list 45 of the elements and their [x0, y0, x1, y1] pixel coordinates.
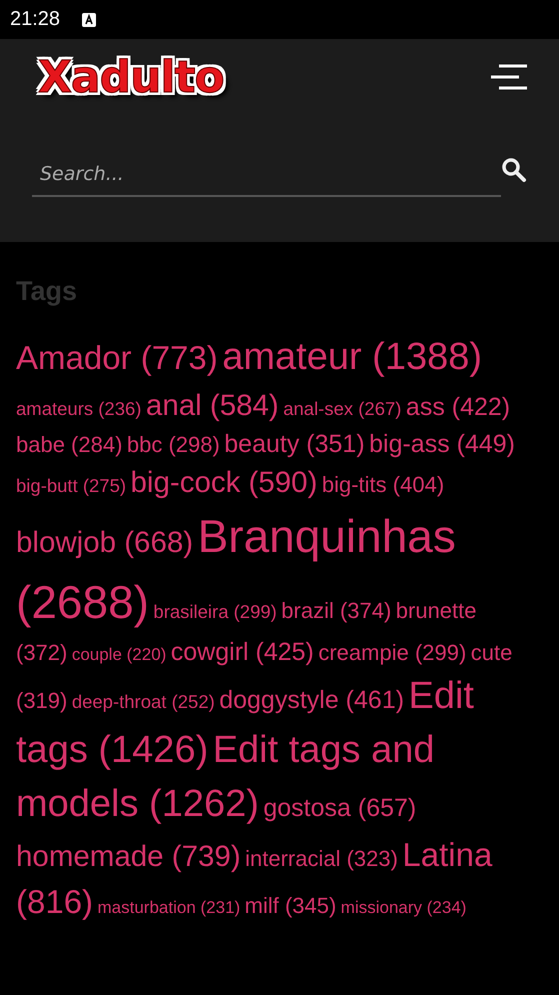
tag-link[interactable]: blowjob (668)	[16, 526, 194, 560]
tag-link[interactable]: big-tits (404)	[322, 472, 444, 498]
status-time: 21:28	[10, 8, 60, 31]
tag-link[interactable]: (816)	[16, 883, 94, 920]
site-logo[interactable]: Xadulto	[32, 52, 230, 102]
tag-link[interactable]: Edit tags and	[212, 729, 435, 772]
tag-link[interactable]: anal-sex (267)	[283, 398, 402, 419]
tag-link[interactable]: beauty (351)	[224, 430, 365, 458]
tag-link[interactable]: milf (345)	[244, 893, 336, 918]
tag-link[interactable]: interracial (323)	[245, 846, 398, 872]
tag-link[interactable]: tags (1426)	[16, 729, 208, 772]
tag-link[interactable]: missionary (234)	[340, 898, 466, 918]
tag-link[interactable]: brazil (374)	[281, 598, 392, 623]
tag-link[interactable]: cute	[470, 640, 512, 665]
tag-link[interactable]: gostosa (657)	[263, 794, 416, 822]
tag-link[interactable]: big-cock (590)	[130, 466, 318, 500]
tag-link[interactable]: Edit	[408, 675, 474, 718]
tag-link[interactable]: bbc (298)	[126, 432, 220, 457]
tag-link[interactable]: homemade (739)	[16, 840, 241, 874]
tag-link[interactable]: amateur (1388)	[222, 336, 482, 378]
tag-link[interactable]: doggystyle (461)	[219, 686, 404, 714]
menu-icon[interactable]	[491, 63, 527, 91]
notification-icon	[82, 12, 96, 26]
tag-link[interactable]: (319)	[16, 688, 68, 714]
search-field[interactable]: Search...	[32, 155, 501, 197]
tag-link[interactable]: brasileira (299)	[153, 600, 277, 622]
tag-link[interactable]: Amador (773)	[16, 339, 218, 376]
tag-link[interactable]: amateurs (236)	[16, 398, 142, 419]
tag-link[interactable]: deep-throat (252)	[72, 691, 215, 712]
tag-link[interactable]: masturbation (231)	[98, 898, 240, 918]
tag-link[interactable]: big-butt (275)	[16, 475, 126, 496]
tag-link[interactable]: couple (220)	[72, 644, 166, 664]
tag-link[interactable]: ass (422)	[406, 392, 510, 421]
search-icon[interactable]	[501, 157, 527, 183]
tag-link[interactable]: (2688)	[16, 576, 149, 628]
tag-link[interactable]: cowgirl (425)	[170, 638, 314, 666]
tag-link[interactable]: Branquinhas	[198, 510, 456, 562]
tag-link[interactable]: big-ass (449)	[369, 430, 516, 458]
tag-link[interactable]: Latina	[402, 836, 492, 874]
tag-link[interactable]: brunette	[396, 598, 476, 623]
tag-link[interactable]: anal (584)	[146, 388, 279, 422]
tag-link[interactable]: creampie (299)	[318, 640, 466, 665]
tag-link[interactable]: models (1262)	[16, 783, 259, 826]
tag-link[interactable]: babe (284)	[16, 432, 122, 457]
tag-link[interactable]: (372)	[16, 640, 68, 665]
